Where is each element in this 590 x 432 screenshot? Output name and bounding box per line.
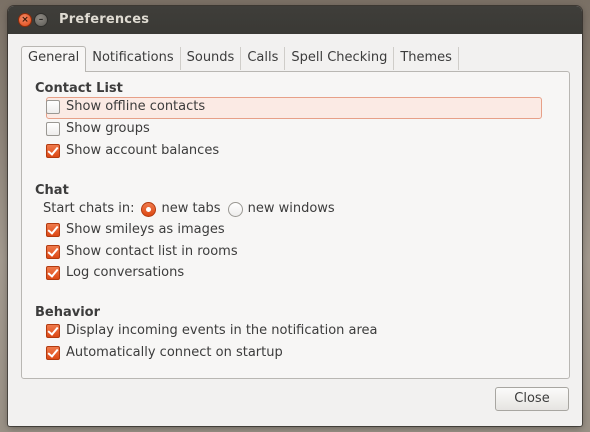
display-incoming-events-checkbox[interactable] bbox=[46, 324, 60, 338]
preferences-window: × – Preferences General Notifications So… bbox=[8, 6, 582, 426]
show-contact-list-rooms-checkbox[interactable] bbox=[46, 245, 60, 259]
auto-connect-label: Automatically connect on startup bbox=[66, 345, 283, 360]
tab-themes[interactable]: Themes bbox=[394, 47, 459, 70]
log-conversations-label: Log conversations bbox=[66, 265, 185, 280]
tab-spell-checking[interactable]: Spell Checking bbox=[285, 47, 395, 70]
close-button[interactable]: Close bbox=[495, 387, 569, 411]
display-incoming-events-label: Display incoming events in the notificat… bbox=[66, 323, 378, 338]
window-minimize-icon[interactable]: – bbox=[34, 13, 48, 27]
tab-notifications[interactable]: Notifications bbox=[86, 47, 181, 70]
tab-bar: General Notifications Sounds Calls Spell… bbox=[21, 46, 459, 72]
display-incoming-events-option[interactable]: Display incoming events in the notificat… bbox=[46, 321, 378, 341]
show-contact-list-rooms-label: Show contact list in rooms bbox=[66, 244, 238, 259]
new-tabs-label[interactable]: new tabs bbox=[161, 199, 220, 219]
show-smileys-label: Show smileys as images bbox=[66, 222, 225, 237]
show-smileys-option[interactable]: Show smileys as images bbox=[46, 220, 225, 240]
new-tabs-radio[interactable] bbox=[141, 201, 157, 217]
new-windows-label[interactable]: new windows bbox=[248, 199, 335, 219]
log-conversations-checkbox[interactable] bbox=[46, 266, 60, 280]
show-groups-checkbox[interactable] bbox=[46, 122, 60, 136]
auto-connect-checkbox[interactable] bbox=[46, 346, 60, 360]
start-chats-row: Start chats in: new tabs new windows bbox=[43, 199, 335, 219]
chat-heading: Chat bbox=[35, 183, 69, 198]
contact-list-heading: Contact List bbox=[35, 81, 123, 96]
general-panel: Contact List Show offline contacts Show … bbox=[21, 71, 570, 379]
show-offline-contacts-checkbox[interactable] bbox=[46, 100, 60, 114]
show-smileys-checkbox[interactable] bbox=[46, 223, 60, 237]
show-groups-option[interactable]: Show groups bbox=[46, 119, 150, 139]
show-offline-contacts-label: Show offline contacts bbox=[66, 99, 206, 114]
window-close-icon[interactable]: × bbox=[18, 13, 32, 27]
tab-calls[interactable]: Calls bbox=[241, 47, 286, 70]
show-offline-contacts-option[interactable]: Show offline contacts bbox=[46, 97, 205, 117]
show-account-balances-option[interactable]: Show account balances bbox=[46, 141, 219, 161]
auto-connect-option[interactable]: Automatically connect on startup bbox=[46, 343, 283, 363]
tab-general[interactable]: General bbox=[21, 46, 87, 72]
title-bar[interactable]: × – Preferences bbox=[8, 6, 582, 34]
window-title: Preferences bbox=[59, 12, 150, 27]
start-chats-label: Start chats in: bbox=[43, 201, 135, 216]
show-account-balances-label: Show account balances bbox=[66, 143, 220, 158]
tab-sounds[interactable]: Sounds bbox=[181, 47, 242, 70]
show-groups-label: Show groups bbox=[66, 121, 150, 136]
behavior-heading: Behavior bbox=[35, 305, 101, 320]
new-windows-radio[interactable] bbox=[227, 201, 243, 217]
show-contact-list-rooms-option[interactable]: Show contact list in rooms bbox=[46, 242, 238, 262]
log-conversations-option[interactable]: Log conversations bbox=[46, 263, 184, 283]
show-account-balances-checkbox[interactable] bbox=[46, 144, 60, 158]
